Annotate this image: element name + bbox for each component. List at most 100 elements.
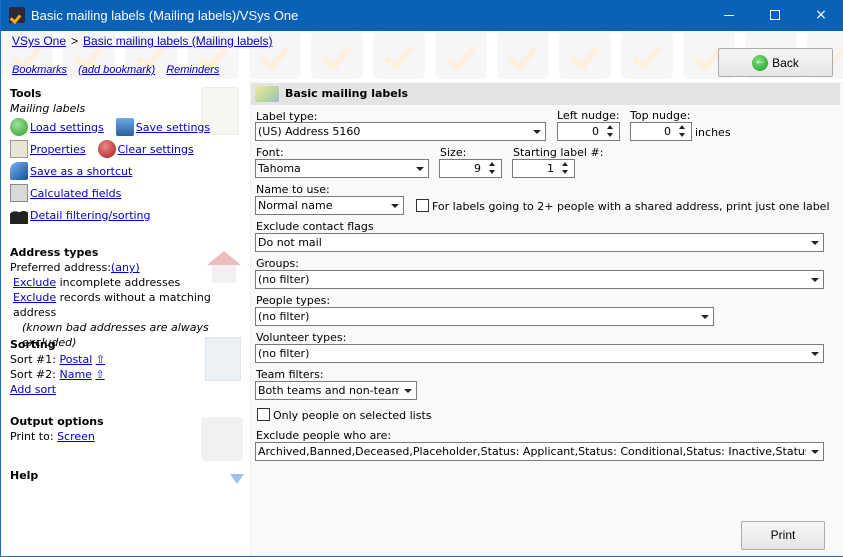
watermark-logo (311, 31, 363, 79)
spin-arrows-icon[interactable] (558, 161, 573, 176)
back-button-label: Back (772, 55, 799, 70)
minimize-icon (724, 14, 734, 16)
clear-settings-link[interactable]: Clear settings (118, 143, 194, 156)
back-arrow-icon (752, 53, 769, 71)
add-bookmark-link[interactable]: (add bookmark) (78, 64, 155, 76)
font-value: Tahoma (258, 162, 301, 175)
output-options-title: Output options (10, 415, 104, 428)
calculated-fields-link[interactable]: Calculated fields (30, 187, 121, 200)
exclude-people-value: Archived,Banned,Deceased,Placeholder,Sta… (258, 445, 823, 458)
load-settings-icon (10, 118, 28, 136)
top-nudge-spinner[interactable]: 0 (630, 122, 692, 141)
left-nudge-label: Left nudge: (557, 109, 620, 122)
exclude-flags-select[interactable]: Do not mail (255, 233, 824, 252)
address-types-section: Address types Preferred address:(any) Ex… (10, 245, 250, 350)
app-window: Basic mailing labels (Mailing labels)/VS… (0, 0, 843, 557)
save-settings-link[interactable]: Save settings (136, 121, 210, 134)
save-shortcut-link[interactable]: Save as a shortcut (30, 165, 132, 178)
breadcrumb: VSys One > Basic mailing labels (Mailing l… (12, 34, 272, 48)
app-logo-icon (9, 7, 25, 23)
label-type-value: (US) Address 5160 (258, 125, 361, 138)
breadcrumb-home-link[interactable]: VSys One (12, 34, 66, 48)
starting-label-spinner[interactable]: 1 (512, 159, 575, 178)
header: VSys One > Basic mailing labels (Mailing l… (1, 31, 843, 81)
starting-label-label: Starting label #: (513, 146, 604, 159)
bookmarks-link[interactable]: Bookmarks (12, 64, 67, 76)
name-to-use-select[interactable]: Normal name (255, 196, 404, 215)
watermark-logo (373, 31, 425, 79)
chevron-down-icon (806, 271, 823, 288)
team-filters-select[interactable]: Both teams and non-teams (255, 381, 417, 400)
exclude-nomatch-link[interactable]: Exclude (13, 291, 56, 304)
font-label: Font: (256, 146, 284, 159)
watermark-logo (435, 31, 487, 79)
left-nudge-spinner[interactable]: 0 (557, 122, 620, 141)
panel-header: Basic mailing labels (251, 83, 840, 105)
incomplete-addresses-text: incomplete addresses (59, 276, 181, 289)
reminders-link[interactable]: Reminders (166, 64, 219, 76)
maximize-icon (770, 10, 780, 20)
exclude-flags-label: Exclude contact flags (256, 220, 374, 233)
exclude-flags-value: Do not mail (258, 236, 322, 249)
form-panel: Basic mailing labels Label type: (US) Ad… (251, 81, 843, 556)
team-filters-label: Team filters: (256, 368, 324, 381)
print-to-link[interactable]: Screen (57, 430, 95, 443)
close-button[interactable]: × (798, 0, 843, 31)
volunteer-types-select[interactable]: (no filter) (255, 344, 824, 363)
sorting-title: Sorting (10, 338, 56, 351)
tools-section: Tools Mailing labels Load settings Save … (10, 87, 210, 226)
output-options-section: Output options Print to: Screen (10, 414, 104, 444)
name-to-use-value: Normal name (258, 199, 333, 212)
shortcut-icon (10, 162, 28, 180)
people-types-select[interactable]: (no filter) (255, 307, 714, 326)
name-to-use-label: Name to use: (256, 183, 330, 196)
properties-link[interactable]: Properties (30, 143, 86, 156)
spin-arrows-icon[interactable] (675, 124, 690, 139)
sort2-link[interactable]: Name (59, 368, 91, 381)
selected-lists-checkbox[interactable] (257, 408, 270, 421)
sort1-label: Sort #1: (10, 353, 56, 366)
preferred-address-label: Preferred address: (10, 261, 111, 274)
exclude-people-select[interactable]: Archived,Banned,Deceased,Placeholder,Sta… (255, 442, 824, 461)
sort2-label: Sort #2: (10, 368, 56, 381)
exclude-people-label: Exclude people who are: (256, 429, 392, 442)
watermark-logo (497, 31, 549, 79)
back-button[interactable]: Back (718, 48, 833, 77)
sort1-direction-icon[interactable]: ⇧ (96, 353, 105, 366)
window-title: Basic mailing labels (Mailing labels)/VS… (31, 8, 299, 23)
chevron-down-icon (411, 160, 428, 177)
maximize-button[interactable] (752, 0, 798, 31)
print-button[interactable]: Print (741, 521, 825, 550)
help-title[interactable]: Help (10, 469, 38, 482)
size-spinner[interactable]: 9 (439, 159, 502, 178)
top-nudge-label: Top nudge: (630, 109, 691, 122)
sidebar: Tools Mailing labels Load settings Save … (2, 81, 250, 556)
label-type-select[interactable]: (US) Address 5160 (255, 122, 546, 141)
title-bar: Basic mailing labels (Mailing labels)/VS… (1, 0, 843, 31)
binoculars-icon (10, 206, 28, 224)
sort2-direction-icon[interactable]: ⇧ (95, 368, 104, 381)
add-sort-link[interactable]: Add sort (10, 383, 56, 396)
shared-address-checkbox[interactable] (416, 199, 429, 212)
chevron-down-icon (696, 308, 713, 325)
volunteer-types-value: (no filter) (258, 347, 310, 360)
expand-help-icon[interactable] (230, 474, 244, 484)
chevron-down-icon (528, 123, 545, 140)
sort1-link[interactable]: Postal (59, 353, 92, 366)
tools-subtitle: Mailing labels (10, 102, 86, 115)
load-settings-link[interactable]: Load settings (30, 121, 104, 134)
minimize-button[interactable] (706, 0, 752, 31)
detail-filtering-link[interactable]: Detail filtering/sorting (30, 209, 151, 222)
people-types-value: (no filter) (258, 310, 310, 323)
selected-lists-label: Only people on selected lists (273, 409, 432, 422)
spin-arrows-icon[interactable] (603, 124, 618, 139)
clear-settings-icon (97, 140, 116, 158)
breadcrumb-current-link[interactable]: Basic mailing labels (Mailing labels) (83, 34, 272, 48)
groups-select[interactable]: (no filter) (255, 270, 824, 289)
preferred-address-link[interactable]: (any) (111, 261, 140, 274)
exclude-incomplete-link[interactable]: Exclude (13, 276, 56, 289)
font-select[interactable]: Tahoma (255, 159, 429, 178)
groups-value: (no filter) (258, 273, 310, 286)
sorting-section: Sorting Sort #1: Postal ⇧ Sort #2: Name … (10, 337, 105, 397)
spin-arrows-icon[interactable] (485, 161, 500, 176)
